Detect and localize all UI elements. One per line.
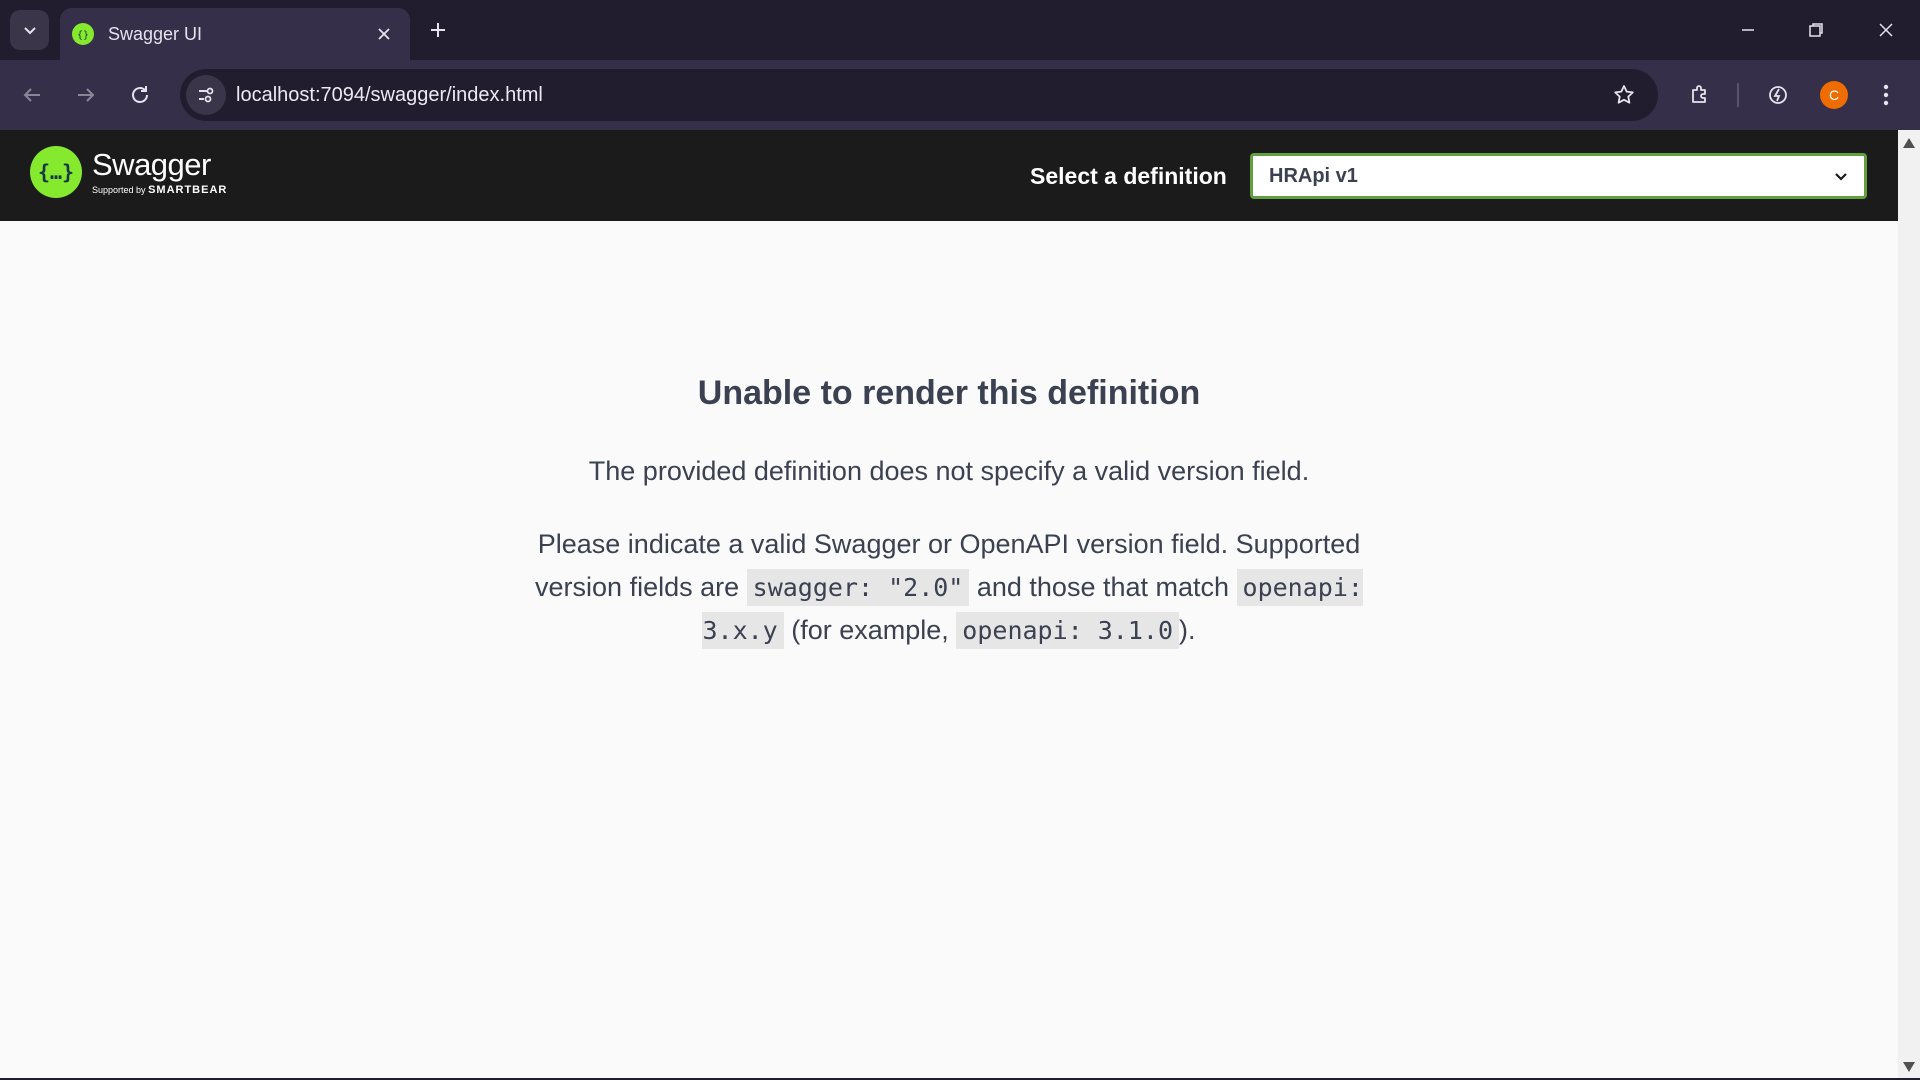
tab-search-button[interactable] xyxy=(10,10,49,50)
definition-select[interactable]: HRApi v1 xyxy=(1250,153,1867,199)
back-arrow-icon xyxy=(23,88,40,102)
tab-title: Swagger UI xyxy=(108,23,203,44)
url-path: :7094/swagger/index.html xyxy=(314,83,543,106)
window-close-icon xyxy=(1879,23,1893,37)
close-icon[interactable] xyxy=(372,22,396,46)
error-message: The provided definition does not specify… xyxy=(588,456,1310,486)
swagger-logo[interactable]: {…} Swagger Supported by SMARTBEAR xyxy=(30,146,227,198)
code-openapi-example: openapi: 3.1.0 xyxy=(956,612,1180,649)
back-button[interactable] xyxy=(14,77,50,113)
reload-button[interactable] xyxy=(122,77,158,113)
scroll-up-arrow-icon[interactable] xyxy=(1903,138,1915,148)
minimize-icon xyxy=(1742,29,1754,31)
help-text-2: and those that match xyxy=(969,572,1237,602)
swagger-logo-icon: {…} xyxy=(30,146,82,198)
site-info-icon[interactable] xyxy=(186,75,226,115)
select-definition-label: Select a definition xyxy=(1030,163,1227,189)
address-bar[interactable]: localhost:7094/swagger/index.html xyxy=(180,69,1658,121)
smartbear-text: SMARTBEAR xyxy=(148,184,228,196)
url-text: localhost:7094/swagger/index.html xyxy=(236,84,1604,107)
help-text-4: ). xyxy=(1179,615,1196,645)
reload-icon xyxy=(132,86,148,103)
svg-text:{}: {} xyxy=(77,30,89,41)
swagger-brand: Swagger xyxy=(92,147,211,182)
help-text-3: (for example, xyxy=(783,615,957,645)
browser-tabstrip: {} Swagger UI xyxy=(0,0,1920,60)
scroll-down-arrow-icon[interactable] xyxy=(1903,1062,1915,1072)
browser-toolbar: localhost:7094/swagger/index.html C xyxy=(0,60,1920,130)
chevron-down-icon xyxy=(23,27,36,35)
toolbar-separator xyxy=(1737,83,1739,107)
more-vert-icon[interactable] xyxy=(1866,75,1906,115)
code-swagger-version: swagger: "2.0" xyxy=(746,569,970,606)
supported-by-text: Supported by xyxy=(92,185,146,195)
restore-icon xyxy=(1809,23,1823,37)
error-help: Please indicate a valid Swagger or OpenA… xyxy=(500,523,1398,652)
extensions-icon[interactable] xyxy=(1680,75,1720,115)
url-host: localhost xyxy=(236,83,315,106)
swagger-supported-by: Supported by SMARTBEAR xyxy=(92,184,227,196)
performance-icon[interactable] xyxy=(1758,75,1798,115)
profile-button[interactable]: C xyxy=(1814,75,1854,115)
new-tab-button[interactable] xyxy=(422,14,454,46)
plus-icon xyxy=(431,23,445,37)
swagger-topbar: {…} Swagger Supported by SMARTBEAR Selec… xyxy=(0,130,1898,221)
minimize-button[interactable] xyxy=(1726,10,1770,50)
svg-text:{…}: {…} xyxy=(39,160,73,184)
browser-tab[interactable]: {} Swagger UI xyxy=(60,8,410,60)
forward-button[interactable] xyxy=(68,77,104,113)
avatar: C xyxy=(1820,81,1848,109)
error-title: Unable to render this definition xyxy=(697,374,1201,412)
swagger-content: Unable to render this definition The pro… xyxy=(0,221,1898,1078)
restore-button[interactable] xyxy=(1794,10,1838,50)
swagger-favicon: {} xyxy=(72,23,94,45)
definition-select-value: HRApi v1 xyxy=(1269,164,1358,187)
forward-arrow-icon xyxy=(78,88,95,102)
bookmark-star-icon[interactable] xyxy=(1604,75,1644,115)
page-scrollbar[interactable] xyxy=(1898,130,1920,1080)
swagger-logo-text: Swagger Supported by SMARTBEAR xyxy=(92,147,227,197)
chevron-down-icon xyxy=(1835,173,1847,181)
window-close-button[interactable] xyxy=(1864,10,1908,50)
